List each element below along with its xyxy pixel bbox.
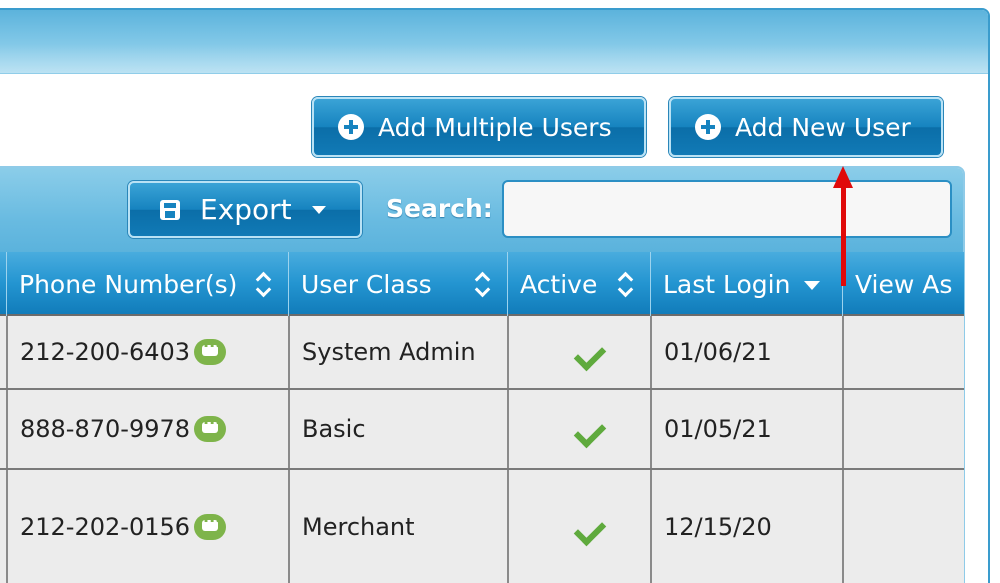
sort-icon [475,274,491,296]
phone-cell: 212-202-0156 [6,470,288,583]
last-login-cell: 01/05/21 [650,390,842,468]
user-class-cell: Merchant [288,470,507,583]
column-header-last-login[interactable]: Last Login [650,252,842,316]
phone-cell: 888-870-9978 [6,390,288,468]
column-header-label: Last Login [663,269,791,299]
add-new-user-label: Add New User [735,112,911,142]
column-header-view-as[interactable]: View As [842,252,964,316]
view-as-cell[interactable] [842,390,964,468]
export-label: Export [200,193,292,226]
sort-icon [618,274,634,296]
export-button[interactable]: Export [128,181,362,238]
active-cell [507,390,650,468]
search-label: Search: [386,194,493,223]
add-multiple-users-button[interactable]: Add Multiple Users [312,97,646,157]
table-row[interactable]: 888-870-9978 Basic 01/05/21 [0,390,964,470]
chevron-down-icon [311,205,326,214]
column-header-user-class[interactable]: User Class [288,252,507,316]
phone-number: 212-200-6403 [20,338,191,366]
phone-number: 888-870-9978 [20,415,191,443]
search-input[interactable] [502,180,952,238]
view-as-cell[interactable] [842,316,964,388]
sort-desc-icon [804,281,820,290]
save-icon [160,199,180,220]
phone-cell: 212-200-6403 [6,316,288,388]
column-header-label: User Class [301,269,432,299]
chat-bubble-icon[interactable] [194,413,227,442]
last-login-cell: 01/06/21 [650,316,842,388]
column-header-label: Phone Number(s) [19,269,238,299]
user-class-cell: System Admin [288,316,507,388]
check-icon [573,512,613,542]
column-header-label: View As [855,269,953,299]
table-row[interactable]: 212-200-6403 System Admin 01/06/21 [0,316,964,390]
chat-bubble-icon[interactable] [194,511,227,540]
user-class-cell: Basic [288,390,507,468]
column-header-label: Active [520,269,598,299]
sort-icon [256,274,272,296]
add-new-user-button[interactable]: Add New User [669,97,943,157]
check-icon [573,414,613,444]
red-arrow [841,186,846,286]
plus-circle-icon [695,114,721,140]
red-arrow-head [833,166,853,188]
column-header-phone[interactable]: Phone Number(s) [6,252,288,316]
phone-number: 212-202-0156 [20,512,191,541]
active-cell [507,316,650,388]
last-login-cell: 12/15/20 [650,470,842,583]
active-cell [507,470,650,583]
chat-bubble-icon[interactable] [194,336,227,365]
column-header-active[interactable]: Active [507,252,650,316]
plus-circle-icon [338,114,364,140]
panel-header [0,10,988,74]
add-multiple-users-label: Add Multiple Users [378,112,612,142]
view-as-cell[interactable] [842,470,964,583]
table-row[interactable]: 212-202-0156 Merchant 12/15/20 [0,470,964,583]
check-icon [573,337,613,367]
